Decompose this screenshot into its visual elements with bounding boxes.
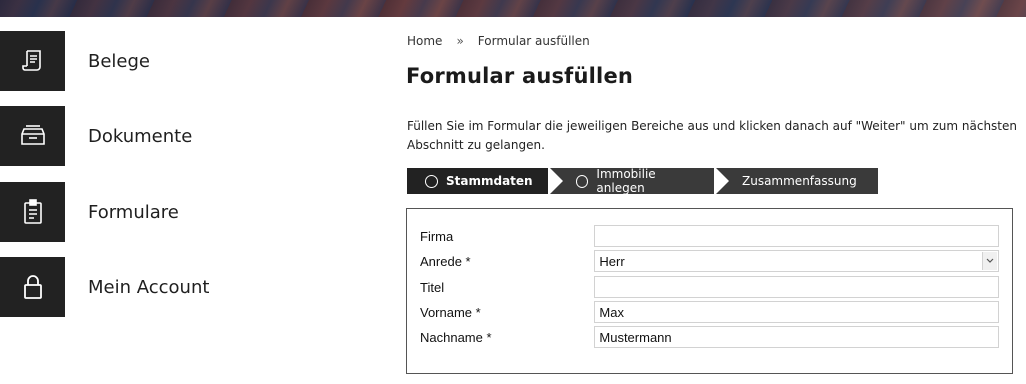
page-title: Formular ausfüllen xyxy=(406,64,634,88)
anrede-select[interactable]: Herr xyxy=(594,250,999,272)
breadcrumb: Home » Formular ausfüllen xyxy=(407,34,590,48)
form-row-nachname: Nachname * Mustermann xyxy=(420,326,999,348)
sidebar-item-dokumente[interactable]: Dokumente xyxy=(0,106,340,166)
step-circle-icon xyxy=(425,174,438,188)
receipt-icon xyxy=(0,31,65,91)
breadcrumb-current: Formular ausfüllen xyxy=(477,34,590,48)
breadcrumb-separator: » xyxy=(456,34,464,48)
anrede-selected-value: Herr xyxy=(599,253,625,269)
form-row-titel: Titel xyxy=(420,276,999,298)
step-progress: Stammdaten Immobilie anlegen Zusammenfas… xyxy=(407,166,878,196)
anrede-label: Anrede * xyxy=(420,253,471,269)
step-circle-icon xyxy=(576,174,589,188)
sidebar-item-mein-account[interactable]: Mein Account xyxy=(0,257,340,317)
sidebar-item-formulare[interactable]: Formulare xyxy=(0,182,340,242)
sidebar-item-label: Belege xyxy=(88,50,150,72)
step-arrow xyxy=(548,166,563,196)
sidebar-item-label: Formulare xyxy=(88,201,179,223)
sidebar-item-label: Dokumente xyxy=(88,125,193,147)
form-row-firma: Firma xyxy=(420,225,999,247)
form-row-anrede: Anrede * Herr xyxy=(420,250,999,272)
titel-label: Titel xyxy=(420,279,445,295)
header-banner-image xyxy=(0,0,1026,17)
sidebar-item-label: Mein Account xyxy=(88,276,210,298)
step-arrow xyxy=(714,166,729,196)
vorname-label: Vorname * xyxy=(420,304,481,320)
sidebar-item-belege[interactable]: Belege xyxy=(0,31,340,91)
step-label: Immobilie anlegen xyxy=(596,167,656,195)
intro-text: Füllen Sie im Formular die jeweiligen Be… xyxy=(407,119,1017,152)
inbox-tray-icon xyxy=(0,106,65,166)
chevron-down-icon[interactable] xyxy=(982,252,997,270)
step-label: Zusammenfassung xyxy=(742,174,857,188)
firma-field[interactable] xyxy=(594,225,999,247)
clipboard-icon xyxy=(0,182,65,242)
breadcrumb-home-link[interactable]: Home xyxy=(407,34,442,48)
nachname-label: Nachname * xyxy=(420,329,492,345)
step-stammdaten[interactable]: Stammdaten xyxy=(407,166,563,196)
lock-icon xyxy=(0,257,65,317)
firma-label: Firma xyxy=(420,228,454,244)
step-label: Stammdaten xyxy=(446,174,533,188)
titel-field[interactable] xyxy=(594,276,999,298)
nachname-field[interactable]: Mustermann xyxy=(594,326,999,348)
vorname-field[interactable]: Max xyxy=(594,301,999,323)
stammdaten-form: Firma Anrede * Herr Titel Vorname * Max … xyxy=(406,208,1013,374)
step-zusammenfassung[interactable]: Zusammenfassung xyxy=(716,168,878,194)
step-immobilie-anlegen[interactable]: Immobilie anlegen xyxy=(550,166,729,196)
form-row-vorname: Vorname * Max xyxy=(420,301,999,323)
